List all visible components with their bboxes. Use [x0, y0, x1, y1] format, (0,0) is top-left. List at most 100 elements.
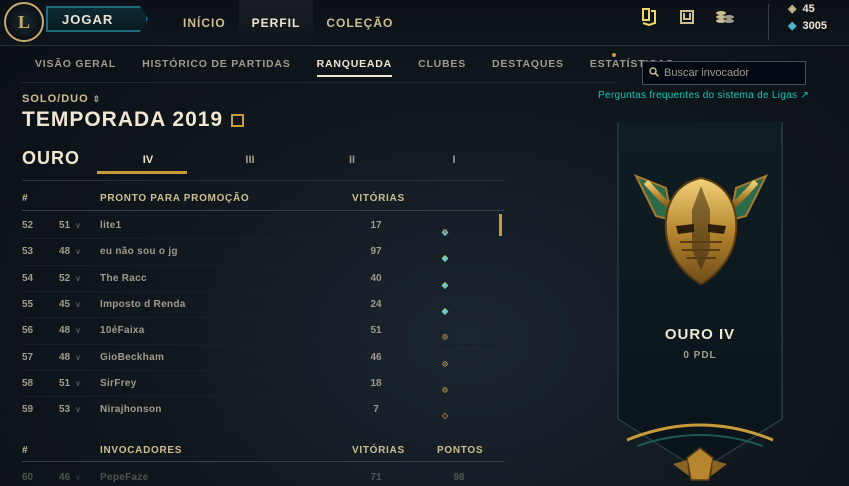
summoner-name[interactable]: 10éFaixa — [100, 325, 145, 336]
table-row[interactable]: 58 51 ∨ SirFrey 18 ✕ ◇ ◇ — [22, 370, 505, 396]
col-section: INVOCADORES — [100, 445, 183, 456]
search-icon — [649, 66, 659, 80]
tab-division-iii[interactable]: III — [199, 154, 301, 174]
nav-profile[interactable]: PERFIL — [238, 0, 314, 46]
tier-name: OURO — [22, 148, 80, 168]
rp-amount: 45 — [802, 2, 815, 15]
chevron-down-icon: ∨ — [75, 221, 81, 230]
table-row[interactable]: 52 51 ∨ lite1 17 ◆ ✕ ◇ — [22, 212, 505, 238]
summoner-name[interactable]: GioBeckham — [100, 352, 164, 363]
top-icons — [638, 6, 736, 28]
tab-ranked[interactable]: RANQUEADA — [304, 54, 405, 77]
summoner-name[interactable]: The Racc — [100, 273, 147, 284]
series-empty-icon: ◇ — [441, 358, 449, 368]
row-wins: 7 — [373, 404, 379, 416]
league-faq-link[interactable]: Perguntas frequentes do sistema de Ligas… — [598, 90, 809, 101]
be-balance[interactable]: ◆ 3005 — [788, 19, 827, 33]
row-wins: 18 — [370, 377, 382, 389]
table-row[interactable]: 59 53 ∨ Nirajhonson 7 ◇ ◇ ◇ — [22, 396, 505, 422]
play-button[interactable]: JOGAR — [46, 6, 148, 32]
rp-balance[interactable]: ◈ 45 — [788, 2, 815, 16]
row-wins: 71 — [370, 472, 382, 483]
series-empty-icon: ◇ — [441, 253, 449, 263]
series-empty-icon: ◇ — [441, 279, 449, 289]
tab-division-iv[interactable]: IV — [97, 154, 199, 174]
divider — [768, 4, 769, 40]
chevron-down-icon: ∨ — [75, 352, 81, 362]
row-level: 52 — [59, 272, 71, 284]
summoner-name[interactable]: SirFrey — [100, 378, 137, 389]
series-empty-icon: ◇ — [441, 227, 449, 236]
row-wins: 51 — [370, 325, 382, 337]
rank-title: OURO IV — [664, 326, 736, 343]
chevron-down-icon: ∨ — [75, 247, 81, 257]
row-level: 48 — [59, 351, 71, 363]
series-empty-icon: ◇ — [441, 411, 449, 421]
season-badge-icon — [231, 113, 245, 127]
sort-chevron-icon: ⇕ — [92, 94, 102, 104]
table-row[interactable]: 57 48 ∨ GioBeckham 46 ✕ ◇ ◇ — [22, 344, 505, 370]
col-rank: # — [22, 445, 29, 456]
row-level: 48 — [59, 325, 71, 337]
col-wins: VITÓRIAS — [352, 445, 405, 456]
tab-clubs[interactable]: CLUBES — [405, 54, 479, 74]
table-row[interactable]: 55 45 ∨ Imposto d Renda 24 ◆ ◇ ◇ — [22, 291, 505, 317]
chevron-down-icon: ∨ — [75, 326, 81, 336]
row-level: 46 — [59, 472, 71, 483]
search-box[interactable] — [642, 61, 806, 85]
league-points: 0 PDL — [683, 350, 717, 361]
tab-division-i[interactable]: I — [403, 154, 505, 174]
tab-division-ii[interactable]: II — [301, 154, 403, 174]
gold-emblem-icon — [633, 174, 769, 286]
row-level: 51 — [59, 220, 71, 231]
table-row[interactable]: 56 48 ∨ 10éFaixa 51 ✕ ◇ ◇ — [22, 317, 505, 343]
row-rank: 54 — [22, 272, 34, 284]
profile-subnav: VISÃO GERAL HISTÓRICO DE PARTIDAS RANQUE… — [22, 54, 687, 77]
loot-icon[interactable] — [676, 6, 698, 28]
missions-icon[interactable] — [638, 6, 660, 28]
chevron-down-icon: ∨ — [75, 378, 81, 388]
summoner-name[interactable]: PepeFaze — [100, 472, 149, 483]
row-level: 51 — [59, 377, 71, 389]
row-rank: 55 — [22, 298, 34, 310]
summoner-name[interactable]: lite1 — [100, 220, 122, 231]
row-wins: 46 — [370, 351, 382, 363]
row-wins: 97 — [370, 246, 382, 258]
row-rank: 53 — [22, 246, 34, 258]
table-row[interactable]: 54 52 ∨ The Racc 40 ◆ ◇ ◇ — [22, 265, 505, 291]
subnav-divider — [22, 82, 617, 83]
nav-home[interactable]: INÍCIO — [170, 0, 239, 46]
top-bar: L JOGAR INÍCIO PERFIL COLEÇÃO ◈ 45 ◆ 300… — [0, 0, 849, 46]
search-input[interactable] — [664, 67, 804, 79]
season-title: TEMPORADA 2019 — [22, 108, 245, 132]
row-wins: 17 — [370, 220, 382, 231]
col-section: PRONTO PARA PROMOÇÃO — [100, 193, 250, 204]
row-level: 53 — [59, 404, 71, 416]
chevron-down-icon: ∨ — [75, 405, 81, 415]
col-points: PONTOS — [437, 445, 484, 456]
promo-table-header: # PRONTO PARA PROMOÇÃO VITÓRIAS — [22, 189, 505, 209]
tab-match-history[interactable]: HISTÓRICO DE PARTIDAS — [129, 54, 303, 74]
col-wins: VITÓRIAS — [352, 193, 405, 204]
summoner-name[interactable]: Nirajhonson — [100, 404, 162, 415]
summoner-name[interactable]: Imposto d Renda — [100, 299, 186, 310]
scrollbar-thumb[interactable] — [499, 214, 502, 236]
tab-highlights[interactable]: DESTAQUES — [479, 54, 577, 74]
table-row[interactable]: 53 48 ∨ eu não sou o jg 97 ◆ ◇ ◇ — [22, 238, 505, 264]
row-level: 48 — [59, 246, 71, 258]
store-icon[interactable] — [714, 6, 736, 28]
main-nav: INÍCIO PERFIL COLEÇÃO — [170, 0, 406, 46]
tab-overview[interactable]: VISÃO GERAL — [22, 54, 129, 74]
nav-collection[interactable]: COLEÇÃO — [313, 0, 406, 46]
league-logo-icon[interactable]: L — [4, 2, 44, 42]
table-row[interactable]: 60 46 ∨ PepeFaze 71 98 — [22, 464, 505, 486]
queue-selector[interactable]: SOLO/DUO ⇕ — [22, 93, 101, 105]
row-wins: 40 — [370, 272, 382, 284]
row-wins: 24 — [370, 298, 382, 310]
summoner-table-header: # INVOCADORES VITÓRIAS PONTOS — [22, 441, 505, 461]
row-rank: 60 — [22, 472, 34, 483]
blue-essence-icon: ◆ — [788, 20, 797, 32]
chevron-down-icon: ∨ — [75, 299, 81, 309]
summoner-name[interactable]: eu não sou o jg — [100, 246, 178, 257]
be-amount: 3005 — [802, 19, 827, 32]
